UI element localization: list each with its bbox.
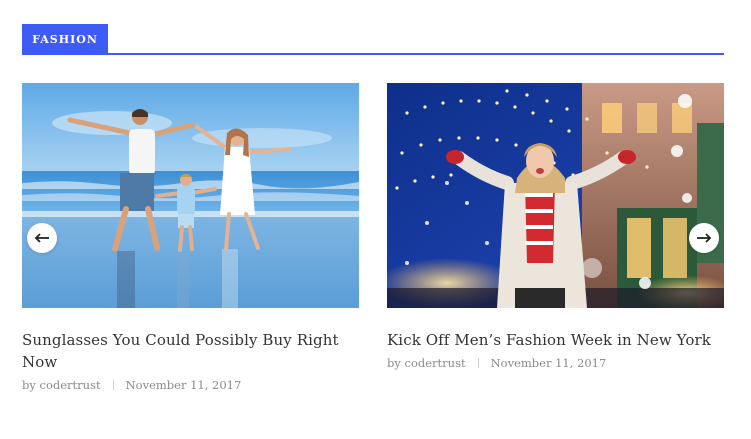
- post-title[interactable]: Sunglasses You Could Possibly Buy Right …: [22, 329, 359, 373]
- carousel-prev-button[interactable]: [27, 223, 57, 253]
- post-title[interactable]: Kick Off Men’s Fashion Week in New York: [387, 329, 724, 351]
- post-meta: by codertrust November 11, 2017: [387, 356, 724, 370]
- post-author[interactable]: codertrust: [40, 378, 101, 392]
- post-author[interactable]: codertrust: [405, 356, 466, 370]
- post-author-prefix: by: [387, 356, 401, 370]
- post-meta: by codertrust November 11, 2017: [22, 378, 359, 392]
- meta-separator: [112, 380, 114, 390]
- post-date: November 11, 2017: [490, 356, 607, 370]
- arrow-left-icon: [34, 233, 49, 243]
- section-divider: [22, 53, 724, 55]
- post-date: November 11, 2017: [125, 378, 242, 392]
- snow-woman-image: [387, 83, 724, 308]
- post-thumbnail-beach-family[interactable]: [22, 83, 359, 308]
- post-card: Sunglasses You Could Possibly Buy Right …: [22, 83, 359, 392]
- section-header: FASHION: [22, 24, 724, 55]
- section-tag-fashion[interactable]: FASHION: [22, 24, 108, 55]
- carousel-next-button[interactable]: [689, 223, 719, 253]
- meta-separator: [477, 358, 479, 368]
- post-card: Kick Off Men’s Fashion Week in New York …: [387, 83, 724, 370]
- arrow-right-icon: [697, 233, 712, 243]
- beach-family-image: [22, 83, 359, 308]
- post-thumbnail-snow-woman[interactable]: [387, 83, 724, 308]
- post-author-prefix: by: [22, 378, 36, 392]
